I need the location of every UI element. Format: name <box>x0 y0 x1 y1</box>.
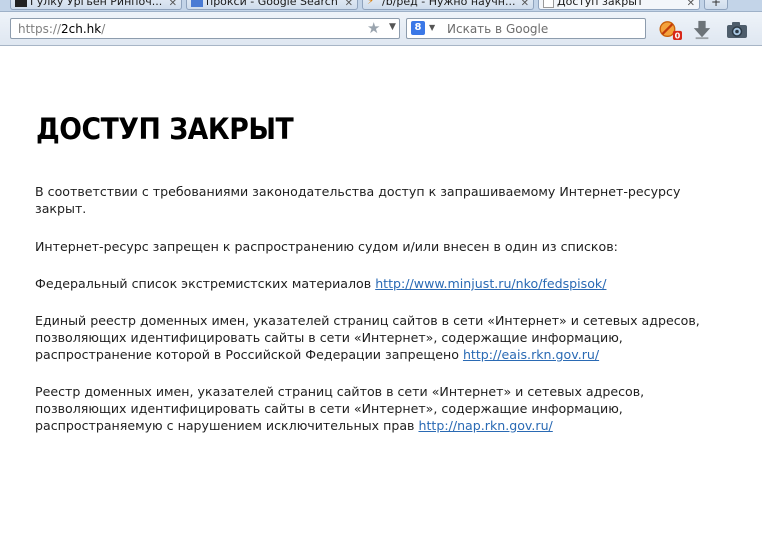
url-path: / <box>101 22 106 36</box>
close-icon[interactable]: ✕ <box>345 0 353 9</box>
loading-favicon-icon: ⚡ <box>367 0 375 7</box>
paragraph-extremist-list: Федеральный список экстремистских матери… <box>35 275 735 292</box>
navigation-toolbar: https://2ch.hk/ ★ ▼ 8 ▼ Искать в Google … <box>0 12 762 46</box>
tab-bar: Гулку Ургьен Ринпоч... ✕ прокси - Google… <box>0 0 762 12</box>
unified-registry-text: Единый реестр доменных имен, указателей … <box>35 313 700 362</box>
paragraph-unified-registry: Единый реестр доменных имен, указателей … <box>35 312 735 363</box>
tab-2ch-b[interactable]: ⚡ /b/ред - Нужно научн... ✕ <box>362 0 534 10</box>
paragraph-access-closed: В соответствии с требованиями законодате… <box>35 184 681 216</box>
close-icon[interactable]: ✕ <box>521 0 529 9</box>
bookmark-star-icon[interactable]: ★ <box>367 20 380 37</box>
extremist-list-text: Федеральный список экстремистских матери… <box>35 276 376 291</box>
url-scheme: https:// <box>18 22 62 36</box>
paragraph-banned-resource: Интернет-ресурс запрещен к распространен… <box>35 239 618 254</box>
adblock-count-badge: 0 <box>675 31 681 40</box>
url-history-dropdown-icon[interactable]: ▼ <box>389 22 396 32</box>
search-engine-dropdown-icon[interactable]: ▼ <box>429 23 435 32</box>
blank-page-favicon-icon <box>543 0 554 8</box>
search-placeholder: Искать в Google <box>447 22 549 36</box>
adblock-icon[interactable]: 0 <box>658 20 686 40</box>
site-favicon-icon <box>15 0 27 7</box>
google-favicon-icon <box>191 0 203 7</box>
new-tab-button[interactable]: + <box>704 0 728 10</box>
minjust-link[interactable]: http://www.minjust.ru/nko/fedspisok/ <box>375 276 606 291</box>
eais-link[interactable]: http://eais.rkn.gov.ru/ <box>463 347 599 362</box>
google-search-engine-icon[interactable]: 8 <box>411 21 425 35</box>
tab-google-search[interactable]: прокси - Google Search ✕ <box>186 0 358 10</box>
downloads-arrow-icon[interactable] <box>692 20 712 40</box>
search-bar[interactable]: 8 ▼ Искать в Google <box>406 18 646 39</box>
tab-label: Гулку Ургьен Ринпоч... <box>30 0 163 8</box>
url-bar[interactable]: https://2ch.hk/ ★ ▼ <box>10 18 400 39</box>
tab-access-denied[interactable]: Доступ закрыт ✕ <box>538 0 700 10</box>
url-text[interactable]: https://2ch.hk/ <box>18 22 105 36</box>
plus-icon: + <box>710 0 722 9</box>
url-host: 2ch.hk <box>61 22 102 36</box>
tab-label: прокси - Google Search <box>206 0 338 8</box>
tab-label: /b/ред - Нужно научн... <box>382 0 516 8</box>
close-icon[interactable]: ✕ <box>169 0 177 9</box>
tab-gulku[interactable]: Гулку Ургьен Ринпоч... ✕ <box>10 0 182 10</box>
close-icon[interactable]: ✕ <box>687 0 695 9</box>
camera-icon[interactable] <box>726 20 748 40</box>
nap-link[interactable]: http://nap.rkn.gov.ru/ <box>418 418 552 433</box>
paragraph-copyright-registry: Реестр доменных имен, указателей страниц… <box>35 383 735 434</box>
page-title: ДОСТУП ЗАКРЫТ <box>36 112 294 146</box>
tab-label: Доступ закрыт <box>557 0 644 8</box>
